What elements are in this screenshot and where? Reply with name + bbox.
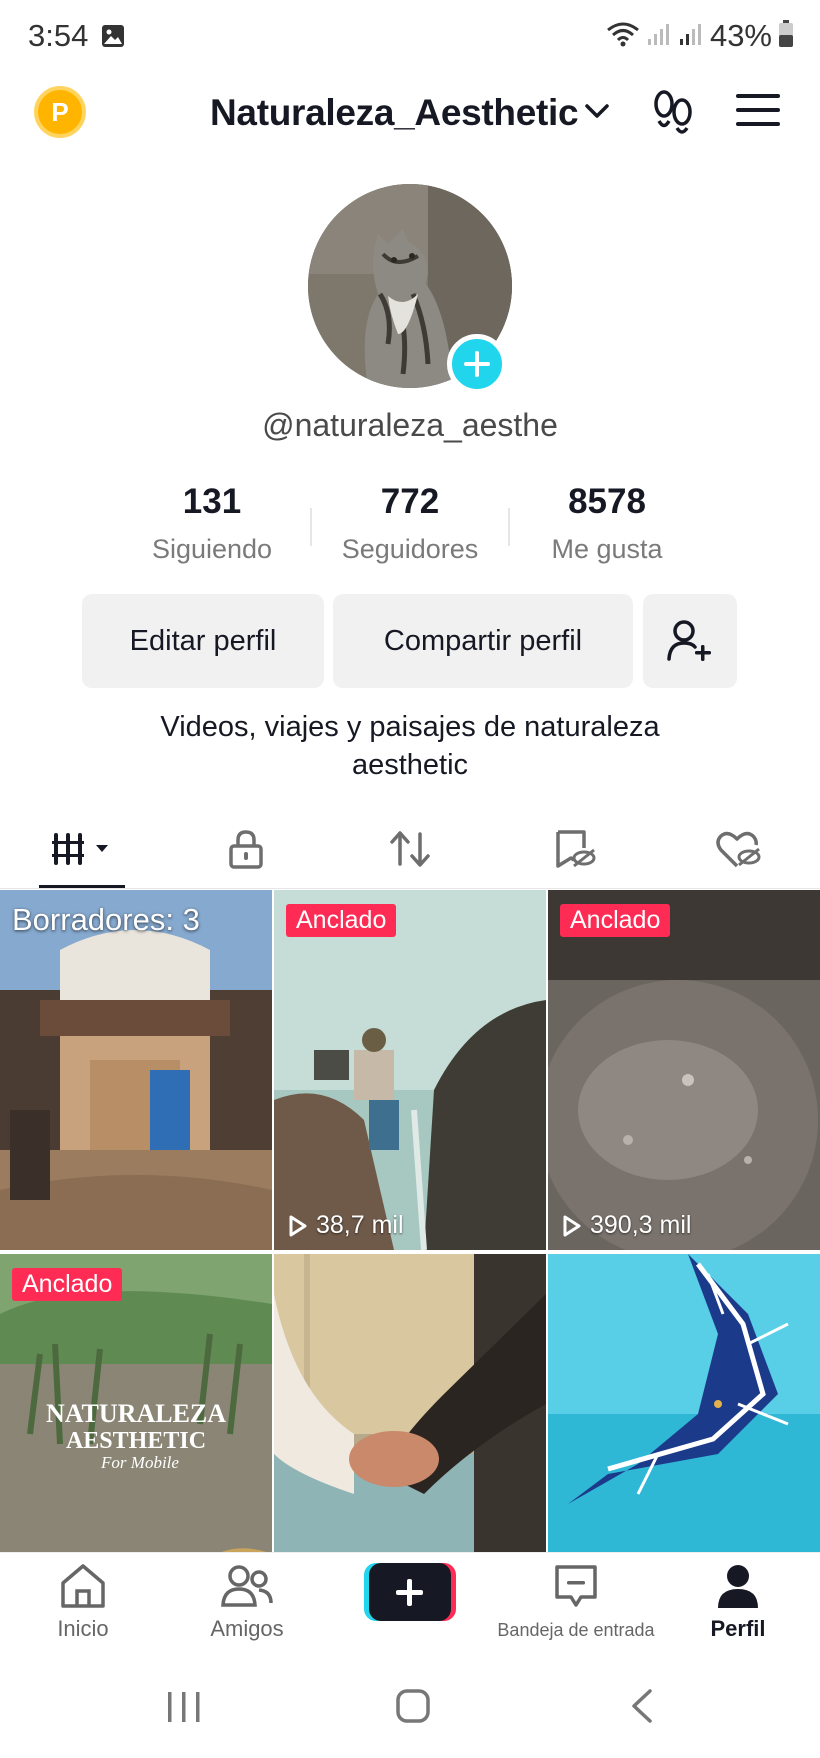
pinned-badge: Anclado: [286, 904, 397, 937]
view-count-value: 390,3 mil: [590, 1211, 692, 1239]
heart-hidden-icon: [716, 831, 761, 868]
home-system-icon[interactable]: [395, 1688, 431, 1729]
play-icon: [289, 1215, 307, 1236]
bottom-navigation: Inicio Amigos Bandeja de entrada Perfil: [0, 1552, 820, 1652]
stat-following-value: 131: [182, 482, 242, 521]
plus-icon: [464, 351, 490, 377]
stat-following-label: Siguiendo: [151, 534, 273, 564]
video-tile[interactable]: NATURALEZA AESTHETIC For Mobile Anclado: [0, 1254, 272, 1552]
stat-followers-value: 772: [380, 482, 440, 521]
wifi-icon: [606, 20, 640, 53]
signal-icon: [646, 21, 672, 52]
video-tile[interactable]: [548, 1254, 820, 1552]
drafts-tile[interactable]: Borradores: 3: [0, 890, 272, 1250]
add-user-icon: [667, 620, 711, 661]
profile-bio: Videos, viajes y paisajes de naturaleza …: [0, 708, 820, 784]
video-grid: Borradores: 3 Anclado 38,7 mil Anclado 3…: [0, 890, 820, 1552]
stat-likes-value: 8578: [568, 482, 646, 521]
video-thumbnail: [548, 890, 820, 1250]
bookmark-hidden-icon: [556, 830, 596, 868]
stat-followers-label: Seguidores: [341, 534, 479, 564]
view-count-value: 38,7 mil: [316, 1211, 404, 1239]
tab-liked[interactable]: [656, 808, 820, 890]
stat-likes[interactable]: 8578 Me gusta: [507, 482, 707, 565]
back-icon[interactable]: [628, 1688, 656, 1729]
nav-friends[interactable]: Amigos: [205, 1563, 289, 1642]
video-tile[interactable]: Anclado 390,3 mil: [548, 890, 820, 1250]
nav-inbox[interactable]: Bandeja de entrada: [490, 1563, 662, 1641]
profile-username: @naturaleza_aesthe: [262, 407, 558, 443]
drafts-thumbnail: [0, 890, 272, 1250]
signal-icon-2: [678, 21, 704, 52]
status-right: 43%: [606, 18, 794, 54]
nav-friends-label: Amigos: [210, 1616, 284, 1641]
nav-profile[interactable]: Perfil: [704, 1563, 772, 1642]
profile-stats: 131 Siguiendo 772 Seguidores 8578 Me gus…: [0, 482, 820, 572]
gallery-notification-icon: [101, 24, 125, 53]
friends-icon: [221, 1565, 273, 1607]
add-avatar-button[interactable]: [447, 334, 507, 394]
status-time: 3:54: [28, 18, 89, 53]
video-thumbnail: [274, 1254, 546, 1552]
video-thumbnail: [274, 890, 546, 1250]
stat-followers[interactable]: 772 Seguidores: [310, 482, 510, 565]
nav-home[interactable]: Inicio: [48, 1563, 118, 1642]
view-count: 38,7 mil: [288, 1211, 404, 1240]
video-thumbnail: [548, 1254, 820, 1552]
bio-line-1: Videos, viajes y paisajes de naturaleza: [160, 711, 660, 743]
create-button[interactable]: [364, 1563, 456, 1621]
view-count: 390,3 mil: [562, 1211, 691, 1240]
nav-inbox-label: Bandeja de entrada: [497, 1620, 655, 1640]
battery-icon: [778, 19, 794, 53]
tab-favorites[interactable]: [492, 808, 656, 890]
tabs-divider: [0, 888, 820, 889]
chevron-down-icon: [584, 101, 610, 126]
profile-header: P Naturaleza_Aesthetic: [0, 72, 820, 156]
status-bar: 3:54 43%: [0, 0, 820, 72]
menu-icon[interactable]: [736, 92, 780, 133]
battery-percent: 43%: [709, 18, 772, 53]
tab-reposts[interactable]: [328, 808, 492, 890]
recent-apps-icon[interactable]: [164, 1690, 204, 1729]
account-name: Naturaleza_Aesthetic: [210, 92, 579, 133]
add-friend-button[interactable]: [643, 594, 737, 688]
lock-icon: [229, 830, 263, 869]
repost-icon: [390, 831, 430, 867]
play-icon: [563, 1215, 581, 1236]
stat-likes-label: Me gusta: [551, 534, 663, 564]
pinned-badge: Anclado: [12, 1268, 123, 1301]
overlay-subtitle: AESTHETIC: [66, 1428, 206, 1454]
tab-private[interactable]: [164, 808, 328, 890]
content-tabs: [0, 808, 820, 890]
nav-home-label: Inicio: [57, 1616, 109, 1641]
coin-icon[interactable]: P: [34, 86, 86, 138]
inbox-icon: [555, 1565, 597, 1607]
stat-following[interactable]: 131 Siguiendo: [112, 482, 312, 565]
overlay-title: NATURALEZA: [46, 1399, 226, 1428]
system-navigation: [0, 1652, 820, 1758]
video-tile[interactable]: [274, 1254, 546, 1552]
footprints-icon[interactable]: [650, 88, 696, 141]
grid-videos-icon: [52, 833, 108, 865]
account-switcher[interactable]: Naturaleza_Aesthetic: [210, 92, 610, 134]
edit-profile-button[interactable]: Editar perfil: [82, 594, 324, 688]
create-plus-icon: [364, 1563, 456, 1621]
pinned-badge: Anclado: [560, 904, 671, 937]
home-icon: [61, 1564, 105, 1608]
nav-profile-label: Perfil: [710, 1616, 766, 1641]
overlay-script: For Mobile: [100, 1453, 179, 1472]
drafts-label: Borradores: 3: [12, 902, 200, 937]
tab-videos[interactable]: [0, 808, 164, 890]
video-tile[interactable]: Anclado 38,7 mil: [274, 890, 546, 1250]
bio-line-2: aesthetic: [351, 749, 469, 781]
coin-letter: P: [51, 96, 69, 127]
profile-icon: [718, 1565, 758, 1608]
share-profile-button[interactable]: Compartir perfil: [333, 594, 633, 688]
